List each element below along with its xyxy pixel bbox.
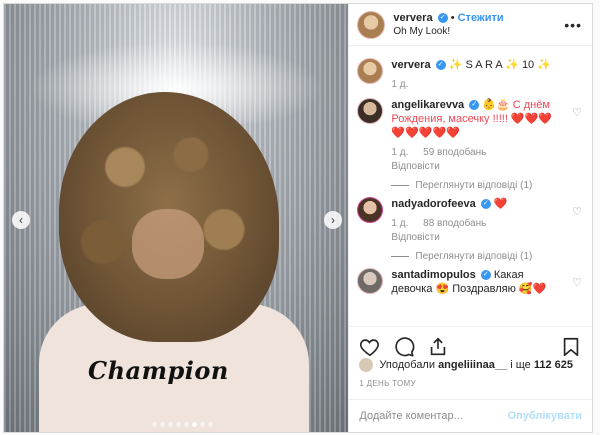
comment-like-icon[interactable]: ♡ (572, 205, 582, 218)
verified-icon: ✓ (480, 199, 491, 210)
avatar[interactable] (357, 197, 384, 223)
slide-dot (168, 422, 173, 427)
likes-count[interactable]: 112 625 (534, 359, 573, 371)
verified-icon: ✓ (469, 100, 480, 111)
comment-meta: 1 д. 59 вподобань (391, 146, 561, 160)
comment-item: santadimopulos ✓ Какая девочка 😍 Поздрав… (357, 268, 584, 296)
avatar[interactable] (357, 58, 384, 84)
add-comment-bar: Опублікувати (349, 399, 592, 432)
verified-icon: ✓ (480, 270, 491, 281)
comment-input[interactable] (359, 410, 508, 422)
slide-dot (184, 422, 189, 427)
comment-username[interactable]: angelikarevva (391, 99, 464, 111)
slide-dot-active (192, 422, 197, 427)
shirt-brand-text: Champion (88, 356, 229, 385)
slide-dot (152, 422, 157, 427)
reply-button[interactable]: Відповісти (391, 160, 561, 174)
avatar[interactable] (357, 10, 386, 39)
reply-button[interactable]: Відповісти (391, 231, 561, 245)
verified-icon: ✓ (437, 12, 448, 23)
slide-dot (176, 422, 181, 427)
caption: ververa ✓ ✨ S A R A ✨ 10 ✨ 1 д. (357, 58, 584, 92)
liked-by-label: Уподобали (379, 359, 435, 371)
post-time-ago[interactable]: 1 ДЕНЬ ТОМУ (359, 379, 415, 388)
author-username[interactable]: ververa (393, 12, 432, 24)
heart-icon[interactable] (359, 336, 381, 358)
comment-time[interactable]: 1 д. (391, 218, 408, 229)
next-slide-button[interactable]: › (324, 211, 342, 229)
comment-username[interactable]: nadyadorofeeva (391, 198, 475, 210)
post-photo[interactable]: Champion ‹ › (4, 4, 349, 432)
slide-dot (160, 422, 165, 427)
likes-summary: Уподобали angeliiinaa__ і ще 112 625 (359, 358, 586, 372)
liker-avatar[interactable] (359, 358, 374, 372)
comment-text: ✨ S A R A ✨ 10 ✨ (448, 59, 551, 71)
comment-like-icon[interactable]: ♡ (572, 106, 582, 119)
view-replies-button[interactable]: Переглянути відповіді (1) (391, 180, 532, 191)
post-location[interactable]: Oh My Look! (393, 25, 503, 39)
comment-meta: 1 д. (391, 78, 561, 92)
avatar[interactable] (357, 268, 384, 294)
follow-button[interactable]: Стежити (458, 12, 504, 24)
comment-meta: 1 д. 88 вподобань (391, 217, 561, 231)
comment-item: nadyadorofeeva ✓ ❤️ 1 д. 88 вподобань Ві… (357, 197, 584, 262)
comment-username[interactable]: santadimopulos (391, 269, 475, 281)
comment-text: ❤️ (493, 198, 508, 210)
separator-dot: • (450, 11, 458, 24)
comment-item: angelikarevva ✓ 👶🎂 С днём Рождения, масе… (357, 98, 584, 191)
avatar[interactable] (357, 98, 384, 124)
comment-likes[interactable]: 88 вподобань (423, 218, 486, 229)
slide-indicator (152, 422, 213, 427)
comments-list: ververa ✓ ✨ S A R A ✨ 10 ✨ 1 д. angelika… (357, 58, 584, 322)
post-side-panel: ververa ✓ • Стежити Oh My Look! ••• verv… (348, 4, 592, 432)
post-header-meta: ververa ✓ • Стежити Oh My Look! (393, 11, 503, 39)
comment-time[interactable]: 1 д. (391, 147, 408, 158)
comment-icon[interactable] (393, 336, 415, 358)
share-icon[interactable] (427, 336, 449, 358)
bookmark-icon[interactable] (560, 336, 582, 358)
comment-likes[interactable]: 59 вподобань (423, 147, 486, 158)
liker-username[interactable]: angeliiinaa__ (438, 359, 507, 371)
and-more-label: і ще (510, 359, 531, 371)
comment-like-icon[interactable]: ♡ (572, 276, 582, 289)
view-replies-button[interactable]: Переглянути відповіді (1) (391, 251, 532, 262)
post-frame: Champion ‹ › ververa ✓ • Стежити Oh My L… (3, 3, 593, 433)
photo-face (132, 209, 204, 279)
comment-username[interactable]: ververa (391, 59, 430, 71)
comment-time[interactable]: 1 д. (391, 79, 408, 90)
more-options-icon[interactable]: ••• (564, 17, 582, 33)
prev-slide-button[interactable]: ‹ (12, 211, 30, 229)
publish-button[interactable]: Опублікувати (508, 410, 582, 422)
slide-dot (208, 422, 213, 427)
post-header: ververa ✓ • Стежити Oh My Look! ••• (349, 4, 592, 46)
slide-dot (200, 422, 205, 427)
verified-icon: ✓ (435, 60, 446, 71)
